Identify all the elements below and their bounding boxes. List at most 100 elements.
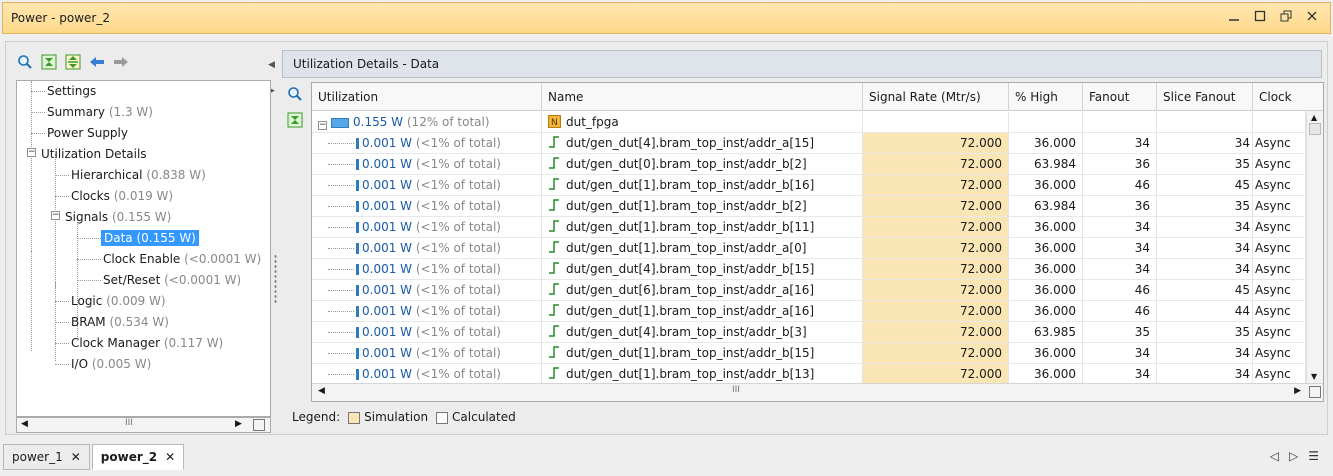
panel-splitter[interactable] xyxy=(274,254,277,304)
prev-tab-icon[interactable]: ◁ xyxy=(1270,449,1279,463)
scroll-grip-icon[interactable]: III xyxy=(125,418,133,428)
column-header-high[interactable]: % High xyxy=(1009,83,1083,111)
power-bar-icon xyxy=(356,327,359,338)
signal-name: dut/gen_dut[4].bram_top_inst/addr_b[15] xyxy=(566,262,815,276)
search-icon[interactable] xyxy=(284,84,306,104)
tree-item-data[interactable]: Data (0.155 W) xyxy=(101,228,199,248)
column-header-slice-fanout[interactable]: Slice Fanout xyxy=(1157,83,1253,111)
slice-fanout-value: 34 xyxy=(1234,346,1250,360)
tree-guide xyxy=(328,311,354,312)
collapse-toggle-icon[interactable]: − xyxy=(51,211,60,220)
tree-item-power-supply[interactable]: Power Supply xyxy=(47,123,128,143)
forward-arrow-icon[interactable] xyxy=(112,53,130,71)
search-icon[interactable] xyxy=(16,53,34,71)
back-arrow-icon[interactable] xyxy=(88,53,106,71)
util-cell: 0.001 W (<1% of total) xyxy=(312,322,542,343)
utilization-value: 0.001 W xyxy=(362,304,413,318)
close-tab-icon[interactable]: ✕ xyxy=(71,450,81,464)
rate-cell: 72.000 xyxy=(863,238,1009,259)
table-row[interactable]: 0.001 W (<1% of total) dut/gen_dut[0].bra… xyxy=(312,154,1306,175)
scroll-grip-icon[interactable]: III xyxy=(732,385,740,395)
collapse-all-icon[interactable] xyxy=(284,110,306,130)
table-row[interactable]: 0.001 W (<1% of total) dut/gen_dut[4].bra… xyxy=(312,133,1306,154)
tree-guide xyxy=(328,143,354,144)
tree-item-value: (0.009 W) xyxy=(106,294,166,308)
tree-guide xyxy=(328,227,354,228)
column-header-clock[interactable]: Clock xyxy=(1253,83,1323,111)
scroll-up-icon[interactable]: ▲ xyxy=(1311,113,1317,122)
table-row[interactable]: 0.001 W (<1% of total) dut/gen_dut[1].bra… xyxy=(312,364,1306,385)
tree-item-clock-manager[interactable]: Clock Manager (0.117 W) xyxy=(71,333,223,353)
clock-value: Async xyxy=(1255,178,1291,192)
table-row[interactable]: 0.001 W (<1% of total) dut/gen_dut[1].bra… xyxy=(312,175,1306,196)
table-row[interactable]: 0.001 W (<1% of total) dut/gen_dut[1].bra… xyxy=(312,196,1306,217)
expand-all-icon[interactable] xyxy=(64,53,82,71)
table-row[interactable]: 0.001 W (<1% of total) dut/gen_dut[4].bra… xyxy=(312,259,1306,280)
tree-item-clocks[interactable]: Clocks (0.019 W) xyxy=(71,186,173,206)
util-cell: 0.001 W (<1% of total) xyxy=(312,280,542,301)
signal-rate-value: 72.000 xyxy=(960,262,1002,276)
tab-list-icon[interactable]: ☰ xyxy=(1308,449,1319,463)
collapse-toggle-icon[interactable]: − xyxy=(27,148,36,157)
signal-rate-value: 72.000 xyxy=(960,367,1002,381)
name-cell: dut/gen_dut[4].bram_top_inst/addr_b[15] xyxy=(542,259,863,280)
signal-name: dut/gen_dut[1].bram_top_inst/addr_b[11] xyxy=(566,220,815,234)
table-horizontal-scrollbar[interactable]: ◀ III ▶ xyxy=(312,383,1323,401)
maximize-icon[interactable] xyxy=(1252,10,1268,26)
signal-icon xyxy=(548,262,566,276)
clock-value: Async xyxy=(1255,283,1291,297)
collapse-toggle-icon[interactable]: − xyxy=(318,121,327,130)
title-bar: Power - power_2 xyxy=(2,2,1331,34)
tab-power-1[interactable]: power_1 ✕ xyxy=(3,444,90,470)
column-header-fanout[interactable]: Fanout xyxy=(1083,83,1157,111)
restore-icon[interactable] xyxy=(1278,10,1294,26)
slice-cell: 34 xyxy=(1157,343,1253,364)
table-row[interactable]: 0.001 W (<1% of total) dut/gen_dut[1].bra… xyxy=(312,301,1306,322)
tree-item-summary[interactable]: Summary (1.3 W) xyxy=(47,102,153,122)
tree-item-clock-enable[interactable]: Clock Enable (<0.0001 W) xyxy=(103,249,261,269)
table-vertical-scrollbar[interactable]: ▲ ▼ xyxy=(1306,111,1323,383)
high-cell: 63.984 xyxy=(1009,196,1083,217)
table-row[interactable]: 0.001 W (<1% of total) dut/gen_dut[1].bra… xyxy=(312,238,1306,259)
scroll-left-icon[interactable]: ◀ xyxy=(21,419,28,429)
table-row[interactable]: 0.001 W (<1% of total) dut/gen_dut[1].bra… xyxy=(312,217,1306,238)
tree-item-settings[interactable]: Settings xyxy=(47,81,96,101)
scroll-left-icon[interactable]: ◀ xyxy=(318,386,325,396)
table-row[interactable]: 0.001 W (<1% of total) dut/gen_dut[1].bra… xyxy=(312,343,1306,364)
scroll-thumb[interactable] xyxy=(1309,123,1321,135)
tab-navigation: ◁ ▷ ☰ xyxy=(1270,449,1319,463)
close-tab-icon[interactable]: ✕ xyxy=(165,450,175,464)
tree-item-signals[interactable]: Signals (0.155 W) xyxy=(65,207,171,227)
signal-name: dut/gen_dut[1].bram_top_inst/addr_a[16] xyxy=(566,304,815,318)
column-header-signal-rate[interactable]: Signal Rate (Mtr/s) xyxy=(863,83,1009,111)
power-bar-icon xyxy=(356,180,359,191)
tree-item-bram[interactable]: BRAM (0.534 W) xyxy=(71,312,169,332)
tree-horizontal-scrollbar[interactable]: ◀ III ▶ xyxy=(16,417,271,433)
tree-item-logic[interactable]: Logic (0.009 W) xyxy=(71,291,166,311)
signal-icon xyxy=(548,283,566,297)
collapse-panel-icon[interactable]: ◀ xyxy=(268,60,275,70)
tree-item-hierarchical[interactable]: Hierarchical (0.838 W) xyxy=(71,165,206,185)
scroll-down-icon[interactable]: ▼ xyxy=(1311,372,1317,381)
tree-item-set-reset[interactable]: Set/Reset (<0.0001 W) xyxy=(103,270,241,290)
utilization-table: Utilization Name Signal Rate (Mtr/s) % H… xyxy=(311,82,1324,402)
tree-item-io[interactable]: I/O (0.005 W) xyxy=(71,354,151,374)
column-header-utilization[interactable]: Utilization xyxy=(312,83,542,111)
utilization-percent: (<1% of total) xyxy=(415,157,501,171)
collapse-all-icon[interactable] xyxy=(40,53,58,71)
table-row[interactable]: 0.001 W (<1% of total) dut/gen_dut[4].bra… xyxy=(312,322,1306,343)
table-row-root[interactable]: − 0.155 W (12% of total) Ndut_fpga xyxy=(312,112,1306,133)
slice-cell: 34 xyxy=(1157,259,1253,280)
table-row[interactable]: 0.001 W (<1% of total) dut/gen_dut[6].bra… xyxy=(312,280,1306,301)
column-header-name[interactable]: Name xyxy=(542,83,863,111)
close-icon[interactable] xyxy=(1304,10,1320,26)
high-cell: 36.000 xyxy=(1009,217,1083,238)
scroll-right-icon[interactable]: ▶ xyxy=(1294,386,1301,396)
tree-item-utilization-details[interactable]: Utilization Details xyxy=(41,144,147,164)
name-cell: Ndut_fpga xyxy=(542,112,863,133)
minimize-icon[interactable] xyxy=(1226,10,1242,26)
scroll-right-icon[interactable]: ▶ xyxy=(235,419,242,429)
util-cell: 0.001 W (<1% of total) xyxy=(312,133,542,154)
next-tab-icon[interactable]: ▷ xyxy=(1289,449,1298,463)
tab-power-2[interactable]: power_2 ✕ xyxy=(91,444,185,470)
